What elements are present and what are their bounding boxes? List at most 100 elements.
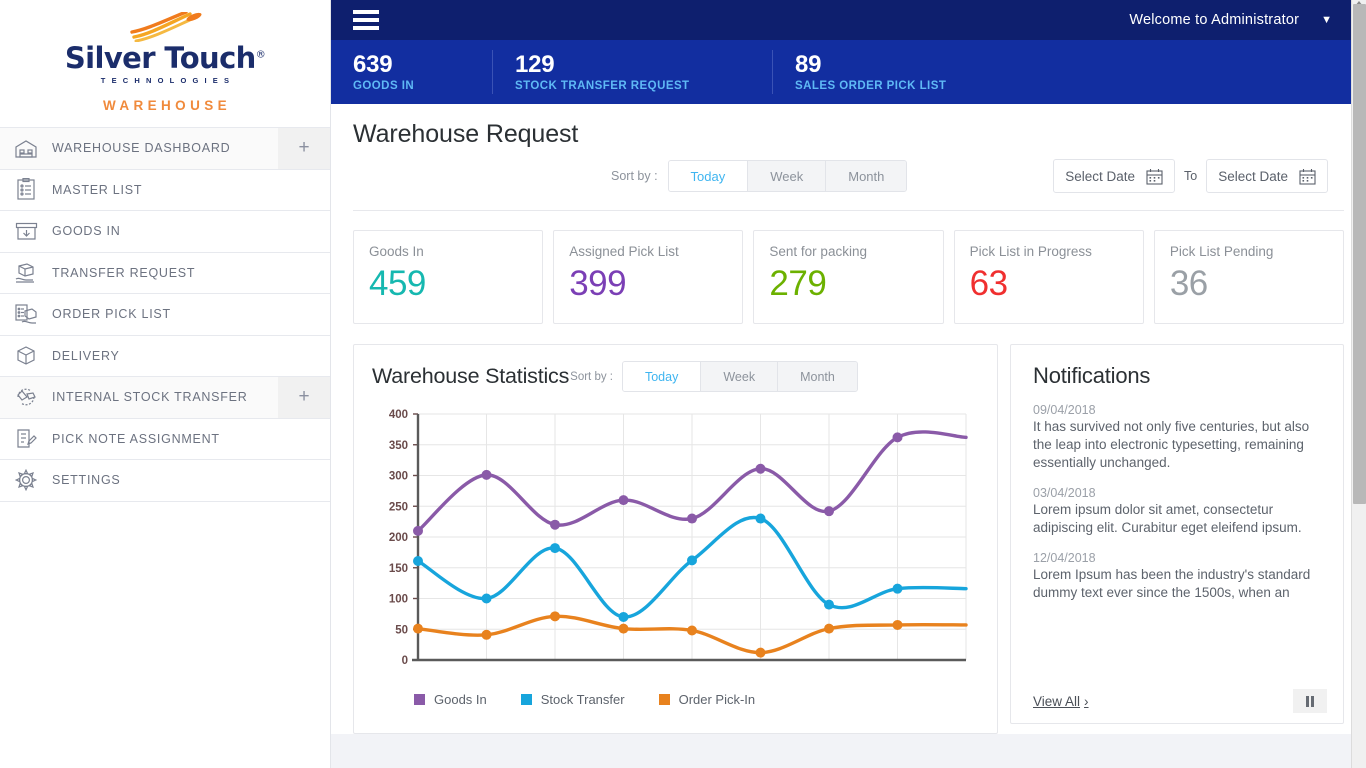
svg-text:100: 100 xyxy=(389,594,408,606)
kpi-label: Pick List in Progress xyxy=(969,244,1092,259)
svg-text:350: 350 xyxy=(389,440,408,452)
kpi-card-goods-in[interactable]: Goods In 459 xyxy=(353,230,544,324)
sidebar-item-label: GOODS IN xyxy=(52,224,121,239)
sidebar: Silver Touch® TECHNOLOGIES WAREHOUSE WAR… xyxy=(0,0,331,768)
brand-name: Silver Touch® xyxy=(64,41,266,75)
legend-label: Goods In xyxy=(434,692,487,707)
date-to-placeholder: Select Date xyxy=(1218,168,1288,184)
stock-transfer-icon xyxy=(0,386,52,408)
swoosh-icon xyxy=(130,12,202,42)
page-filters: Sort by : Today Week Month Select Date T… xyxy=(331,149,1366,193)
notifications-footer: View All › xyxy=(1033,689,1327,713)
sidebar-item-settings[interactable]: SETTINGS xyxy=(0,460,330,502)
notifications-card: Notifications 09/04/2018 It has survived… xyxy=(1010,344,1344,724)
pause-button[interactable] xyxy=(1293,689,1327,713)
notification-item[interactable]: 12/04/2018 Lorem Ipsum has been the indu… xyxy=(1033,551,1323,602)
chart-tab-today[interactable]: Today xyxy=(622,362,702,391)
clipboard-list-icon xyxy=(0,178,52,201)
date-range-picker: Select Date To Select Date xyxy=(1053,159,1328,193)
range-tab-group: Today Week Month xyxy=(667,160,908,192)
sidebar-item-warehouse-dashboard[interactable]: WAREHOUSE DASHBOARD + xyxy=(0,128,330,170)
warehouse-statistics-card: Warehouse Statistics Sort by : Today Wee… xyxy=(353,344,998,734)
sidebar-item-order-pick-list[interactable]: ORDER PICK LIST xyxy=(0,294,330,336)
notifications-list: 09/04/2018 It has survived not only five… xyxy=(1033,403,1323,602)
scrollbar-thumb[interactable] xyxy=(1353,4,1366,504)
kpi-label: Sent for packing xyxy=(769,244,867,259)
stat-label: STOCK TRANSFER REQUEST xyxy=(515,80,690,93)
sidebar-item-label: PICK NOTE ASSIGNMENT xyxy=(52,431,220,446)
kpi-label: Assigned Pick List xyxy=(569,244,679,259)
legend-swatch xyxy=(658,694,670,705)
sidebar-item-internal-stock-transfer[interactable]: INTERNAL STOCK TRANSFER + xyxy=(0,377,330,419)
clipboard-box-icon xyxy=(0,303,52,325)
chart-tab-week[interactable]: Week xyxy=(701,362,779,391)
chart-title: Warehouse Statistics xyxy=(372,364,570,388)
user-menu[interactable]: Welcome to Administrator ▼ xyxy=(1129,12,1332,28)
sidebar-item-label: ORDER PICK LIST xyxy=(52,307,171,322)
svg-text:300: 300 xyxy=(389,471,408,483)
legend-item-order-pick-in[interactable]: Order Pick-In xyxy=(658,692,755,707)
welcome-label: Welcome to Administrator xyxy=(1129,12,1300,28)
notification-text: It has survived not only five centuries,… xyxy=(1033,419,1310,470)
page-header: Warehouse Request Sort by : Today Week M… xyxy=(331,104,1366,734)
chart-tab-month[interactable]: Month xyxy=(778,362,857,391)
line-chart-plot: 0 50 100 150 200 250 300 350 400 xyxy=(372,406,972,686)
tab-week[interactable]: Week xyxy=(748,161,827,191)
app-root: Silver Touch® TECHNOLOGIES WAREHOUSE WAR… xyxy=(0,0,1366,768)
top-bar: Welcome to Administrator ▼ xyxy=(331,0,1366,40)
tab-today[interactable]: Today xyxy=(668,161,749,191)
notification-text: Lorem ipsum dolor sit amet, consectetur … xyxy=(1033,501,1302,535)
date-to-input[interactable]: Select Date xyxy=(1206,159,1328,193)
tab-month[interactable]: Month xyxy=(826,161,907,191)
chart-header: Warehouse Statistics Sort by : Today Wee… xyxy=(372,361,979,392)
kpi-card-sent-for-packing[interactable]: Sent for packing 279 xyxy=(753,230,944,324)
svg-text:50: 50 xyxy=(395,624,408,636)
kpi-card-assigned-pick-list[interactable]: Assigned Pick List 399 xyxy=(553,230,744,324)
kpi-card-pick-list-pending[interactable]: Pick List Pending 36 xyxy=(1153,230,1345,324)
sidebar-expand-icon[interactable]: + xyxy=(278,377,330,418)
box-arrow-down-icon xyxy=(0,221,52,242)
kpi-value: 279 xyxy=(769,264,827,303)
lower-panels: Warehouse Statistics Sort by : Today Wee… xyxy=(331,324,1366,734)
view-all-label: View All xyxy=(1033,693,1081,709)
legend-item-goods-in[interactable]: Goods In xyxy=(414,692,487,707)
stat-bar: 639 GOODS IN 129 STOCK TRANSFER REQUEST … xyxy=(331,40,1366,104)
svg-text:250: 250 xyxy=(389,501,408,513)
sidebar-item-transfer-request[interactable]: TRANSFER REQUEST xyxy=(0,253,330,294)
legend-item-stock-transfer[interactable]: Stock Transfer xyxy=(520,692,625,707)
sidebar-item-label: TRANSFER REQUEST xyxy=(52,265,196,280)
sidebar-item-label: DELIVERY xyxy=(52,348,120,363)
brand-subtitle: TECHNOLOGIES xyxy=(100,76,236,85)
sidebar-item-goods-in[interactable]: GOODS IN xyxy=(0,211,330,253)
stat-stock-transfer-request[interactable]: 129 STOCK TRANSFER REQUEST xyxy=(515,50,773,94)
sidebar-expand-icon[interactable]: + xyxy=(278,128,330,169)
sidebar-item-pick-note-assignment[interactable]: PICK NOTE ASSIGNMENT xyxy=(0,419,330,460)
hamburger-menu-icon[interactable] xyxy=(353,10,379,30)
view-all-link[interactable]: View All › xyxy=(1033,694,1089,709)
legend-label: Stock Transfer xyxy=(540,692,625,707)
sidebar-item-label: INTERNAL STOCK TRANSFER xyxy=(52,390,248,405)
date-from-input[interactable]: Select Date xyxy=(1053,159,1175,193)
warehouse-icon xyxy=(0,138,52,159)
page-title: Warehouse Request xyxy=(353,120,579,148)
box-hand-icon xyxy=(0,262,52,284)
kpi-card-pick-list-in-progress[interactable]: Pick List in Progress 63 xyxy=(953,230,1144,324)
sidebar-item-delivery[interactable]: DELIVERY xyxy=(0,336,330,377)
sidebar-item-label: MASTER LIST xyxy=(52,182,143,197)
package-icon xyxy=(0,345,52,367)
chevron-down-icon[interactable]: ▼ xyxy=(1321,14,1332,26)
notification-date: 09/04/2018 xyxy=(1033,403,1096,417)
stat-goods-in[interactable]: 639 GOODS IN xyxy=(353,50,493,94)
vertical-scrollbar[interactable] xyxy=(1351,0,1366,768)
notifications-title: Notifications xyxy=(1033,363,1151,388)
sidebar-item-label: WAREHOUSE DASHBOARD xyxy=(52,141,231,156)
notification-item[interactable]: 09/04/2018 It has survived not only five… xyxy=(1033,403,1323,472)
sidebar-nav: WAREHOUSE DASHBOARD + MASTER LIST GOODS … xyxy=(0,127,330,502)
main-area: Welcome to Administrator ▼ 639 GOODS IN … xyxy=(331,0,1366,768)
notification-item[interactable]: 03/04/2018 Lorem ipsum dolor sit amet, c… xyxy=(1033,486,1323,537)
calendar-icon xyxy=(1299,168,1316,185)
sidebar-item-master-list[interactable]: MASTER LIST xyxy=(0,170,330,211)
stat-sales-order-pick-list[interactable]: 89 SALES ORDER PICK LIST xyxy=(795,50,972,94)
kpi-row: Goods In 459 Assigned Pick List 399 Sent… xyxy=(331,211,1366,324)
stat-value: 129 xyxy=(515,50,555,78)
